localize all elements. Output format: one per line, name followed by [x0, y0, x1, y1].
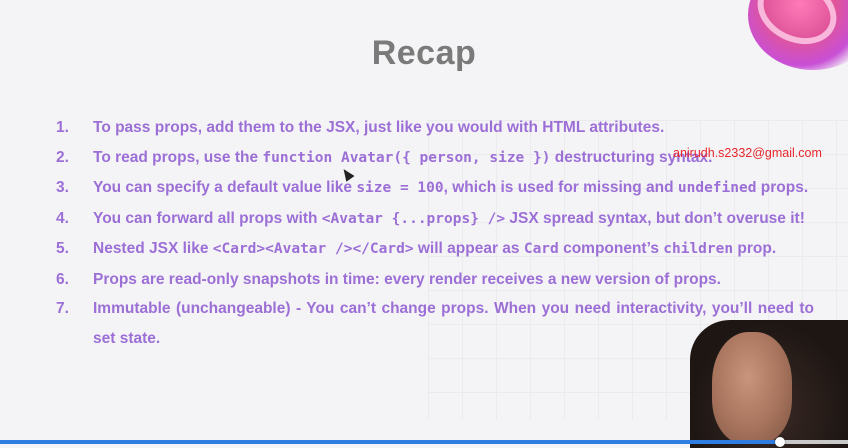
presentation-slide: Recap 1. To pass props, add them to the J…	[0, 0, 848, 448]
recap-item-number: 4.	[56, 209, 69, 227]
text-segment: Props are read-only snapshots in time: e…	[93, 270, 721, 288]
recap-item-number: 6.	[56, 270, 69, 288]
recap-item-number: 7.	[56, 300, 69, 317]
recap-item-text: Nested JSX like <Card><Avatar /></Card> …	[93, 234, 814, 265]
recap-item-number: 5.	[56, 240, 69, 257]
video-progress-fill	[0, 440, 781, 444]
text-segment: To pass props, add them to the JSX, just…	[93, 119, 665, 136]
recap-item: 4. You can forward all props with <Avatar…	[56, 204, 814, 235]
recap-item: 6. Props are read-only snapshots in time:…	[56, 265, 814, 295]
recap-item: 5. Nested JSX like <Card><Avatar /></Card…	[56, 234, 814, 265]
recap-item: 1. To pass props, add them to the JSX, ju…	[56, 113, 814, 143]
recap-item-text: Props are read-only snapshots in time: e…	[93, 265, 814, 295]
video-progress-bar[interactable]	[0, 437, 848, 447]
text-segment: , which is used for missing and	[443, 179, 678, 196]
text-segment: JSX spread syntax, but don’t overuse it!	[505, 209, 805, 227]
presenter-face	[712, 332, 792, 444]
recap-item-text: You can specify a default value like siz…	[93, 173, 814, 204]
recap-item-text: You can forward all props with <Avatar {…	[93, 204, 814, 235]
presenter-webcam-overlay	[690, 320, 848, 448]
text-segment: You can forward all props with	[93, 209, 322, 227]
recap-item-number: 1.	[56, 119, 69, 136]
code-snippet: <Avatar {...props} />	[321, 210, 506, 227]
text-segment: Nested JSX like	[93, 240, 213, 257]
recap-item-number: 3.	[56, 179, 69, 196]
text-segment: prop.	[733, 240, 777, 257]
code-snippet: undefined	[677, 180, 757, 196]
code-snippet: children	[663, 241, 734, 257]
text-segment: To read props, use the	[93, 148, 263, 166]
text-segment: You can specify a default value like	[93, 179, 357, 196]
code-snippet: Card	[523, 241, 559, 257]
watermark-email: anirudh.s2332@gmail.com	[673, 146, 822, 160]
text-segment: will appear as	[413, 240, 524, 257]
recap-item-text: To pass props, add them to the JSX, just…	[93, 113, 814, 143]
recap-item-number: 2.	[56, 148, 69, 166]
slide-title: Recap	[371, 34, 477, 72]
text-segment: props.	[756, 179, 809, 196]
text-segment: component’s	[558, 240, 664, 257]
recap-item: 3. You can specify a default value like s…	[56, 173, 814, 204]
code-snippet: function Avatar({ person, size })	[262, 149, 551, 166]
code-snippet: size = 100	[356, 180, 444, 196]
code-snippet: <Card><Avatar /></Card>	[212, 241, 414, 257]
